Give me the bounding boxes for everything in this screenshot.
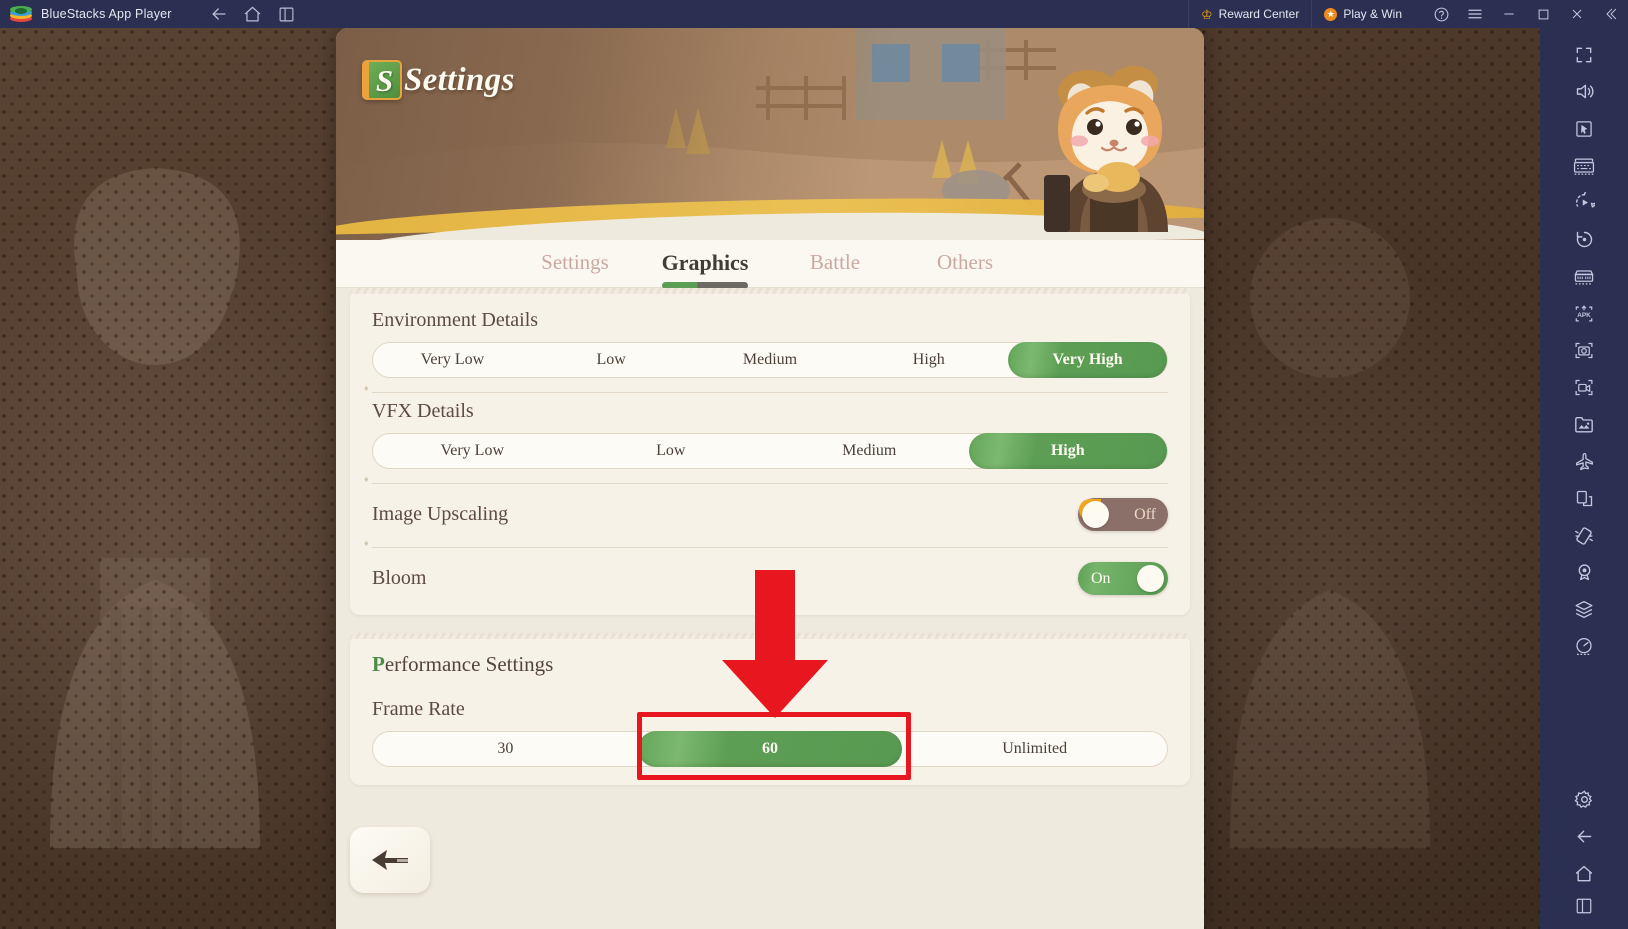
shake-icon[interactable] [1564, 517, 1604, 554]
graphics-card: Environment Details Very Low Low Medium … [350, 288, 1190, 615]
android-back-icon[interactable] [1564, 818, 1604, 855]
play-and-win-button[interactable]: ★ Play & Win [1311, 0, 1414, 28]
frame-rate-segmented-control[interactable]: 30 60 Unlimited [372, 731, 1168, 767]
vfx-details-label: VFX Details [372, 400, 474, 422]
bluestacks-sidebar: APK [1540, 28, 1628, 929]
frame-rate-option-30[interactable]: 30 [373, 732, 638, 766]
frame-rate-label: Frame Rate [372, 698, 465, 720]
toggle-knob [1082, 501, 1109, 528]
macro-play-icon[interactable] [1564, 184, 1604, 221]
help-circle-icon[interactable] [1424, 0, 1458, 28]
minimize-button[interactable] [1492, 0, 1526, 28]
bluestacks-logo-icon [10, 5, 32, 23]
titlebar-back-arrow-icon[interactable] [202, 0, 236, 28]
tab-battle[interactable]: Battle [770, 250, 900, 277]
android-recents-icon[interactable] [1564, 892, 1604, 929]
back-button[interactable] [350, 827, 430, 893]
app-title: BlueStacks App Player [41, 7, 172, 21]
vfx-option-very-low[interactable]: Very Low [373, 434, 572, 468]
crown-icon: ♔ [1200, 6, 1213, 22]
env-option-medium[interactable]: Medium [691, 343, 850, 377]
frame-rate-option-unlimited[interactable]: Unlimited [902, 732, 1167, 766]
background-character-art [50, 168, 260, 848]
rotate-icon[interactable] [1564, 221, 1604, 258]
back-arrow-icon [372, 850, 408, 870]
tab-settings[interactable]: Settings [510, 250, 640, 277]
image-upscaling-toggle[interactable]: Off [1078, 498, 1168, 531]
env-option-high[interactable]: High [849, 343, 1008, 377]
game-settings-panel: S Settings Settings Graphics Battle Othe… [336, 28, 1204, 929]
media-manager-icon[interactable] [1564, 406, 1604, 443]
bloom-row: Bloom On [372, 548, 1168, 597]
settings-tab-bar: Settings Graphics Battle Others [336, 240, 1204, 289]
toggle-knob [1137, 565, 1164, 592]
reward-center-button[interactable]: ♔ Reward Center [1187, 0, 1311, 28]
divider [364, 538, 1168, 548]
performance-settings-card: Performance Settings Frame Rate 30 60 Un… [350, 633, 1190, 785]
multi-instance-icon[interactable] [1564, 480, 1604, 517]
layers-icon[interactable] [1564, 591, 1604, 628]
play-and-win-label: Play & Win [1343, 7, 1402, 21]
background-art-right [1230, 218, 1430, 848]
keyboard-controls-icon[interactable] [1564, 147, 1604, 184]
vfx-option-medium[interactable]: Medium [770, 434, 969, 468]
coin-icon: ★ [1324, 7, 1338, 21]
bloom-state: On [1091, 569, 1111, 587]
tab-others[interactable]: Others [900, 250, 1030, 277]
maximize-button[interactable] [1526, 0, 1560, 28]
titlebar: BlueStacks App Player ♔ Reward Center ★ … [0, 0, 1628, 28]
hamster-character [1044, 80, 1168, 232]
image-upscaling-state: Off [1134, 505, 1156, 523]
vfx-option-high[interactable]: High [968, 433, 1167, 469]
eco-mode-icon[interactable] [1564, 443, 1604, 480]
env-option-low[interactable]: Low [532, 343, 691, 377]
tab-graphics[interactable]: Graphics [640, 250, 770, 289]
android-home-icon[interactable] [1564, 855, 1604, 892]
collapse-sidebar-button[interactable] [1594, 0, 1628, 28]
page-title-text: Settings [404, 61, 515, 98]
reward-center-label: Reward Center [1218, 7, 1300, 21]
cursor-pointer-icon[interactable] [1564, 110, 1604, 147]
image-upscaling-row: Image Upscaling Off [372, 484, 1168, 533]
performance-meter-icon[interactable] [1564, 628, 1604, 665]
svg-text:APK: APK [1577, 312, 1591, 319]
divider [364, 383, 1168, 393]
page-title: S Settings [362, 60, 515, 100]
bloom-toggle[interactable]: On [1078, 562, 1168, 595]
env-option-very-high[interactable]: Very High [1008, 342, 1167, 378]
environment-details-segmented-control[interactable]: Very Low Low Medium High Very High [372, 342, 1168, 378]
divider [364, 474, 1168, 484]
vfx-details-segmented-control[interactable]: Very Low Low Medium High [372, 433, 1168, 469]
fullscreen-icon[interactable] [1564, 36, 1604, 73]
green-book-icon: S [362, 60, 402, 100]
bloom-label: Bloom [372, 567, 427, 589]
hamburger-menu-icon[interactable] [1458, 0, 1492, 28]
screen-record-icon[interactable] [1564, 369, 1604, 406]
gear-settings-icon[interactable] [1564, 781, 1604, 818]
gamepad-icon[interactable] [1564, 258, 1604, 295]
titlebar-multi-instance-icon[interactable] [270, 0, 304, 28]
frame-rate-option-60[interactable]: 60 [637, 731, 903, 767]
image-upscaling-label: Image Upscaling [372, 503, 509, 525]
location-icon[interactable] [1564, 554, 1604, 591]
panel-header-banner: S Settings [336, 28, 1204, 240]
vfx-option-low[interactable]: Low [572, 434, 771, 468]
settings-content: Environment Details Very Low Low Medium … [336, 288, 1204, 929]
performance-settings-title: Performance Settings [372, 652, 554, 676]
titlebar-home-icon[interactable] [236, 0, 270, 28]
install-apk-icon[interactable]: APK [1564, 295, 1604, 332]
close-button[interactable] [1560, 0, 1594, 28]
volume-icon[interactable] [1564, 73, 1604, 110]
screenshot-icon[interactable] [1564, 332, 1604, 369]
environment-details-label: Environment Details [372, 309, 539, 331]
env-option-very-low[interactable]: Very Low [373, 343, 532, 377]
app-root: BlueStacks App Player ♔ Reward Center ★ … [0, 0, 1628, 929]
